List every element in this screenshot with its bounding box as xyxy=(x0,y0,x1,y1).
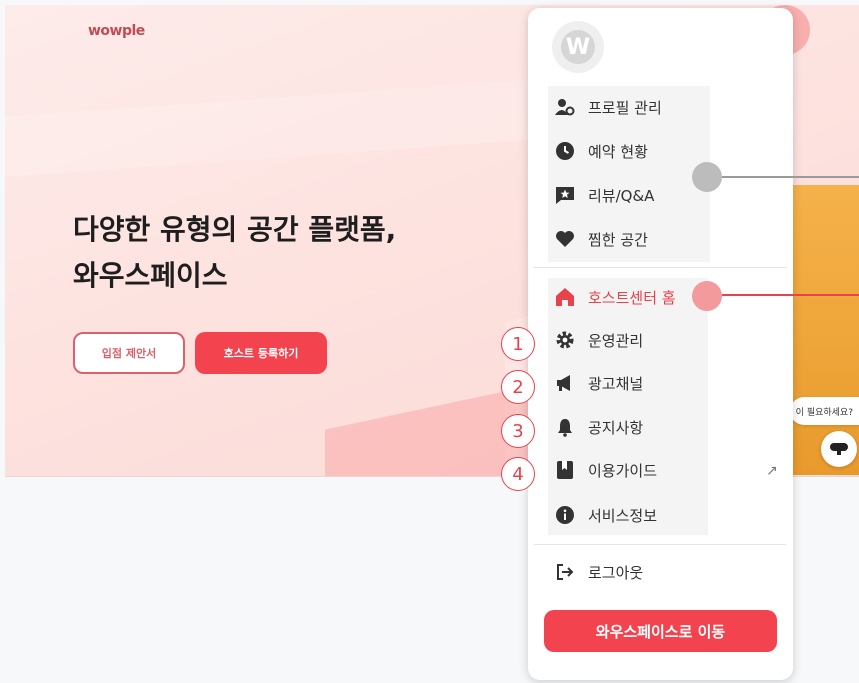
heart-icon xyxy=(554,228,576,250)
brand-logo[interactable]: wowple xyxy=(88,23,145,39)
menu-item-notices[interactable]: 공지사항 xyxy=(554,412,643,442)
info-icon xyxy=(554,504,576,526)
annotation-number: 2 xyxy=(501,370,535,404)
menu-item-ad-channel[interactable]: 광고채널 xyxy=(554,368,643,398)
annotation-number: 3 xyxy=(501,414,535,448)
help-bubble[interactable]: 이 필요하세요? xyxy=(789,397,859,425)
avatar[interactable]: W xyxy=(552,21,604,73)
annotation-dot xyxy=(692,281,722,311)
menu-divider xyxy=(534,267,786,268)
external-link-icon: ↗ xyxy=(766,463,778,479)
chat-button[interactable] xyxy=(821,431,857,467)
menu-item-wishlist[interactable]: 찜한 공간 xyxy=(554,224,648,254)
menu-item-profile[interactable]: 프로필 관리 xyxy=(554,92,662,122)
menu-item-host-home[interactable]: 호스트센터 홈 xyxy=(554,282,676,312)
annotation-number: 1 xyxy=(501,327,535,361)
home-icon xyxy=(554,286,576,308)
headline-line: 와우스페이스 xyxy=(73,259,228,292)
menu-item-label: 로그아웃 xyxy=(588,563,644,582)
annotation-dot xyxy=(692,162,722,192)
go-to-wowspace-button[interactable]: 와우스페이스로 이동 xyxy=(544,610,777,652)
user-dropdown-menu: W 프로필 관리 예약 현황 리뷰/Q&A 찜한 공간 호스트센터 홈 운영관리… xyxy=(528,8,793,680)
menu-group-bg xyxy=(548,278,708,535)
menu-item-label: 광고채널 xyxy=(588,374,644,393)
annotation-line xyxy=(722,176,859,178)
menu-item-label: 서비스정보 xyxy=(588,506,658,525)
hero-decoration xyxy=(789,185,859,475)
chat-icon xyxy=(830,443,848,455)
menu-item-reservations[interactable]: 예약 현황 xyxy=(554,136,648,166)
logout-icon xyxy=(554,561,576,583)
megaphone-icon xyxy=(554,372,576,394)
menu-item-label: 프로필 관리 xyxy=(588,98,662,117)
menu-item-label: 호스트센터 홈 xyxy=(588,288,676,307)
menu-divider xyxy=(534,544,786,545)
clock-icon xyxy=(554,140,576,162)
menu-item-guide[interactable]: 이용가이드 xyxy=(554,455,657,485)
menu-item-operations[interactable]: 운영관리 xyxy=(554,325,643,355)
bell-icon xyxy=(554,416,576,438)
annotation-line xyxy=(722,294,859,296)
avatar-letter: W xyxy=(561,30,595,64)
headline-line: 다양한 유형의 공간 플랫폼, xyxy=(73,213,397,246)
menu-item-label: 운영관리 xyxy=(588,331,644,350)
menu-item-label: 이용가이드 xyxy=(588,461,658,480)
menu-item-label: 찜한 공간 xyxy=(588,230,648,249)
menu-item-label: 공지사항 xyxy=(588,418,644,437)
proposal-button[interactable]: 입점 제안서 xyxy=(73,332,185,374)
menu-item-service-info[interactable]: 서비스정보 xyxy=(554,500,657,530)
gear-icon xyxy=(554,329,576,351)
menu-item-label: 예약 현황 xyxy=(588,142,648,161)
menu-item-label: 리뷰/Q&A xyxy=(588,186,655,205)
annotation-number: 4 xyxy=(501,457,535,491)
logout-button[interactable]: 로그아웃 xyxy=(554,557,643,587)
menu-item-reviews[interactable]: 리뷰/Q&A xyxy=(554,180,654,210)
hero-headline: 다양한 유형의 공간 플랫폼, 와우스페이스 xyxy=(73,207,396,299)
host-register-button[interactable]: 호스트 등록하기 xyxy=(195,332,327,374)
star-message-icon xyxy=(554,184,576,206)
user-gear-icon xyxy=(554,96,576,118)
book-icon xyxy=(554,459,576,481)
